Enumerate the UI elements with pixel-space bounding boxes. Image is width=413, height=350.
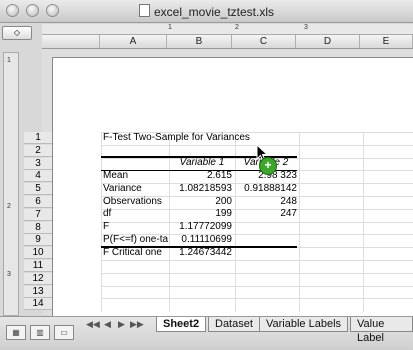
row-header[interactable]: 11 bbox=[24, 260, 52, 272]
row-label[interactable]: P(F<=f) one-ta bbox=[103, 234, 169, 246]
column-header-area: ◇ 1 2 3 A B C D E bbox=[0, 24, 413, 49]
first-sheet-button[interactable]: ◀◀ bbox=[86, 319, 100, 330]
copy-plus-badge-icon: + bbox=[259, 157, 277, 175]
row-label[interactable]: F bbox=[103, 221, 169, 233]
gridline bbox=[299, 132, 300, 312]
value-variable-1[interactable]: 1.17772099 bbox=[170, 221, 232, 233]
gridline bbox=[101, 260, 413, 261]
gridline bbox=[101, 285, 413, 287]
select-all-button[interactable]: ◇ bbox=[2, 26, 32, 40]
row-header[interactable]: 2 bbox=[24, 144, 52, 157]
ruler-tick: 2 bbox=[235, 24, 239, 31]
row-header[interactable]: 14 bbox=[24, 298, 52, 311]
next-sheet-button[interactable]: ▶ bbox=[118, 319, 125, 330]
row-label[interactable]: Observations bbox=[103, 196, 169, 208]
horizontal-ruler: 1 2 3 bbox=[42, 24, 413, 35]
normal-view-icon[interactable]: ▦ bbox=[6, 325, 26, 340]
header-variable-1[interactable]: Variable 1 bbox=[170, 157, 234, 169]
row-header[interactable]: 8 bbox=[24, 221, 52, 234]
ruler-tick: 1 bbox=[168, 24, 172, 31]
window-title-container: excel_movie_tztest.xls bbox=[0, 4, 413, 19]
page-layout-view-icon[interactable]: ▥ bbox=[30, 325, 50, 340]
previous-sheet-button[interactable]: ◀ bbox=[104, 319, 111, 330]
row-label[interactable]: df bbox=[103, 208, 169, 220]
row-label[interactable]: Variance bbox=[103, 183, 169, 195]
sheet-page[interactable]: 1 2 3 4 5 6 7 8 9 10 11 12 13 14 F-Test Two-Sample fo… bbox=[24, 57, 413, 316]
value-variable-1[interactable]: 2.615 bbox=[170, 170, 232, 182]
table-title[interactable]: F-Test Two-Sample for Variances bbox=[103, 132, 303, 144]
row-label[interactable]: Mean bbox=[103, 170, 169, 182]
bottom-bar: ▦ ▥ ▭ ◀◀ ◀ ▶ ▶▶ Sheet2 Dataset Variable … bbox=[0, 316, 413, 350]
row-header[interactable]: 4 bbox=[24, 170, 52, 183]
row-header[interactable]: 9 bbox=[24, 234, 52, 247]
value-variable-2[interactable] bbox=[235, 234, 297, 246]
column-header-a[interactable]: A bbox=[100, 35, 167, 48]
column-header-blank bbox=[42, 35, 100, 48]
row-label[interactable]: F Critical one bbox=[103, 247, 169, 259]
row-header[interactable]: 3 bbox=[24, 157, 52, 170]
value-variable-1[interactable]: 200 bbox=[170, 196, 232, 208]
value-variable-1[interactable]: 1.08218593 bbox=[170, 183, 232, 195]
row-header[interactable]: 10 bbox=[24, 247, 52, 260]
page-break-view-icon[interactable]: ▭ bbox=[54, 325, 74, 340]
value-variable-1[interactable]: 0.11110699 bbox=[170, 234, 232, 246]
last-sheet-button[interactable]: ▶▶ bbox=[130, 319, 144, 330]
title-bar: excel_movie_tztest.xls bbox=[0, 0, 413, 23]
page-layout-area: 1 2 3 4 5 6 7 8 9 10 11 12 13 14 F-Test Two-Sample fo… bbox=[24, 49, 413, 316]
table-bottom-rule bbox=[101, 246, 297, 248]
tab-variable-labels[interactable]: Variable Labels bbox=[259, 317, 349, 332]
column-headers: A B C D E bbox=[42, 35, 413, 49]
vruler-tick: 2 bbox=[7, 203, 11, 210]
vruler-tick: 3 bbox=[7, 271, 11, 278]
value-variable-1[interactable]: 1.24673442 bbox=[170, 247, 232, 259]
value-variable-1[interactable]: 199 bbox=[170, 208, 232, 220]
tab-dataset[interactable]: Dataset bbox=[208, 317, 260, 332]
value-variable-2[interactable] bbox=[235, 247, 297, 259]
gridline bbox=[101, 272, 413, 274]
value-variable-2[interactable] bbox=[235, 221, 297, 233]
row-header[interactable]: 12 bbox=[24, 272, 52, 285]
column-header-e[interactable]: E bbox=[360, 35, 413, 48]
document-icon bbox=[138, 4, 150, 17]
gridline bbox=[363, 132, 364, 312]
gridline bbox=[101, 298, 413, 300]
ruler-tick: 3 bbox=[304, 24, 308, 31]
row-header[interactable]: 5 bbox=[24, 183, 52, 196]
value-variable-2[interactable]: 0.91888142 bbox=[235, 183, 297, 195]
tab-sheet2[interactable]: Sheet2 bbox=[156, 317, 207, 332]
row-header[interactable]: 1 bbox=[24, 132, 52, 144]
window-title: excel_movie_tztest.xls bbox=[153, 5, 275, 19]
column-header-b[interactable]: B bbox=[167, 35, 232, 48]
row-header[interactable]: 13 bbox=[24, 285, 52, 298]
value-variable-2[interactable]: 247 bbox=[235, 208, 297, 220]
vruler-tick: 1 bbox=[7, 57, 11, 64]
vertical-ruler: 1 2 3 bbox=[3, 52, 19, 316]
column-header-c[interactable]: C bbox=[232, 35, 296, 48]
value-variable-2[interactable]: 248 bbox=[235, 196, 297, 208]
column-header-d[interactable]: D bbox=[296, 35, 360, 48]
tab-value-labels[interactable]: Value Label bbox=[350, 317, 413, 344]
gridline bbox=[101, 132, 102, 312]
row-header[interactable]: 6 bbox=[24, 196, 52, 208]
row-header[interactable]: 7 bbox=[24, 208, 52, 221]
